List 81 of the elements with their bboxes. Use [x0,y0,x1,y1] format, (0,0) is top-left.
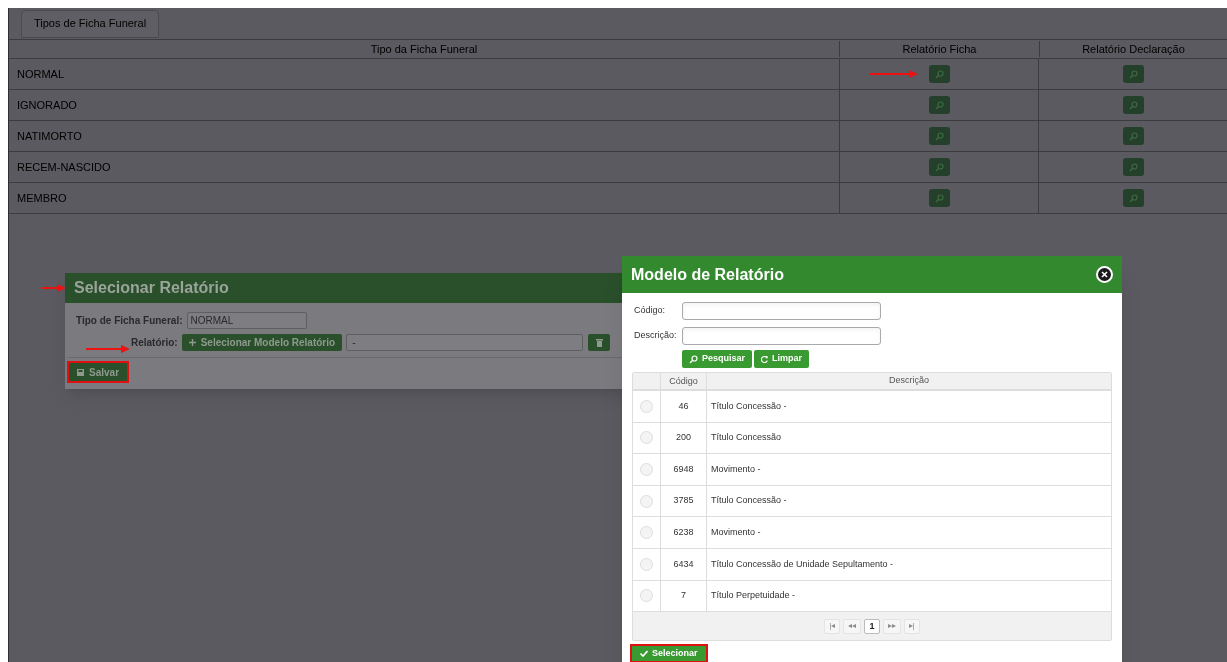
close-button[interactable] [1096,266,1113,283]
text-field[interactable] [682,302,881,320]
table-cell-text: NATIMORTO [16,128,83,144]
search-icon [934,193,944,203]
table-cell-text: Título Concessão de Unidade Sepultamento - [710,557,895,571]
text-field[interactable]: - [346,334,584,351]
column-header: Relatório Declaração [1039,40,1227,58]
table-cell-text: Movimento - [710,462,762,476]
search-icon [934,100,944,110]
column-header: Descrição [888,374,930,388]
dialog-title: Modelo de Relatório [631,264,784,285]
field-label: Código: [634,304,667,318]
radio-button[interactable] [640,526,653,540]
trash-icon [595,338,603,347]
select-button[interactable]: Selecionar [632,646,706,662]
table-cell-text: Título Concessão - [710,399,788,413]
table-cell: 200 [661,422,707,454]
column-header: Código [661,373,707,389]
search-icon [934,162,944,172]
clear-button[interactable]: Limpar [754,350,810,368]
field-label: Descrição: [634,329,678,343]
search-icon [1128,193,1138,203]
search-icon [1128,69,1138,79]
floppy-icon [77,368,84,376]
search-icon [689,354,698,364]
select-model-button[interactable]: Selecionar Modelo Relatório [181,334,343,351]
dialog-title: Selecionar Relatório [74,278,229,298]
table-cell-text: IGNORADO [16,97,78,113]
close-icon [1101,271,1108,278]
table-cell: 6434 [661,548,707,580]
table-cell-text: RECEM-NASCIDO [16,159,112,175]
search-button[interactable] [1122,189,1144,207]
table-cell-text: Título Concessão [710,431,783,445]
search-button[interactable] [928,127,950,145]
page-button[interactable]: ◂◂ [843,618,862,634]
table-cell-text: Título Perpetuidade - [710,589,797,603]
table-cell-text: MEMBRO [16,190,68,206]
table-cell-text: NORMAL [16,66,66,82]
radio-button[interactable] [640,557,653,571]
radio-button[interactable] [640,589,653,603]
text-field[interactable]: NORMAL [186,312,307,329]
tab[interactable]: Tipos de Ficha Funeral [21,10,160,38]
text-field[interactable] [682,327,881,345]
refresh-icon [761,355,769,363]
page-button[interactable]: ▸| [903,618,920,634]
search-icon [1128,131,1138,141]
search-button[interactable] [928,65,950,83]
table-cell: 6948 [661,454,707,485]
page-button[interactable]: 1 [864,618,880,634]
search-button[interactable] [1122,65,1144,83]
plus-icon [188,339,196,346]
table-cell: 46 [661,391,707,422]
search-icon [1128,162,1138,172]
table-cell: 6238 [661,517,707,548]
search-icon [1128,100,1138,110]
table-cell-text: Movimento - [710,525,762,539]
search-button[interactable] [928,96,950,114]
delete-button[interactable] [588,334,611,351]
radio-button[interactable] [640,494,653,508]
column-header: Tipo da Ficha Funeral [369,41,479,57]
search-button[interactable] [1122,158,1144,176]
radio-button[interactable] [640,431,653,445]
radio-button[interactable] [640,463,653,476]
search-button[interactable] [928,158,950,176]
table-cell-text: Título Concessão - [710,494,788,508]
search-icon [934,69,944,79]
column-header: Relatório Ficha [839,40,1039,58]
search-button[interactable] [1122,96,1144,114]
check-icon [640,650,648,658]
search-icon [934,131,944,141]
save-button[interactable]: Salvar [69,363,128,381]
field-label: Relatório: [131,336,178,350]
search-button[interactable]: Pesquisar [682,350,753,368]
table-cell: 7 [661,580,707,612]
search-button[interactable] [1122,127,1144,145]
page-button[interactable]: ▸▸ [882,618,901,634]
search-button[interactable] [928,189,950,207]
table-cell: 3785 [661,485,707,517]
page-button[interactable]: |◂ [824,618,841,634]
radio-button[interactable] [640,399,653,413]
field-label: Tipo de Ficha Funeral: [76,314,183,328]
